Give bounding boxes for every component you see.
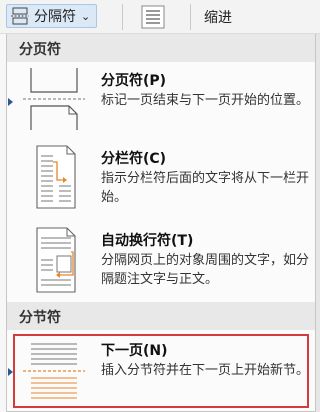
breaks-label: 分隔符 — [34, 9, 76, 25]
selection-marker-icon — [8, 98, 13, 106]
ribbon: 分隔符 ⌄ 缩进 — [0, 0, 320, 34]
ribbon-divider — [190, 4, 191, 30]
section-header-section-breaks: 分节符 — [7, 302, 315, 330]
breaks-menu: 分页符 分页符(P) 标记一页结束与下一页开始的位置。 分栏符(C) 指示分栏符… — [6, 34, 316, 412]
menu-item-description: 标记一页结束与下一页开始的位置。 — [101, 93, 310, 108]
menu-item-text-wrapping-break[interactable]: 自动换行符(T) 分隔网页上的对象周围的文字，如分隔题注文字与正文。 — [7, 224, 315, 300]
menu-item-title: 自动换行符(T) — [101, 233, 194, 249]
indent-label: 缩进 — [204, 10, 232, 26]
document-background — [316, 34, 320, 412]
page-break-icon — [19, 66, 89, 136]
section-header-page-breaks: 分页符 — [7, 34, 315, 62]
menu-item-title: 分栏符(C) — [101, 151, 167, 167]
highlight-box — [13, 334, 309, 408]
breaks-icon — [11, 7, 31, 25]
menu-item-description: 分隔网页上的对象周围的文字，如分隔题注文字与正文。 — [101, 253, 310, 287]
breaks-dropdown-button[interactable]: 分隔符 ⌄ — [6, 4, 98, 28]
indent-icon[interactable] — [140, 4, 166, 30]
menu-item-column-break[interactable]: 分栏符(C) 指示分栏符后面的文字将从下一栏开始。 — [7, 140, 315, 212]
menu-item-page-break[interactable]: 分页符(P) 标记一页结束与下一页开始的位置。 — [7, 62, 315, 134]
text-wrapping-break-icon — [19, 226, 89, 298]
chevron-down-icon: ⌄ — [81, 9, 91, 23]
ribbon-divider — [122, 4, 123, 30]
menu-item-title: 分页符(P) — [101, 73, 167, 89]
column-break-icon — [19, 144, 89, 214]
menu-item-description: 指示分栏符后面的文字将从下一栏开始。 — [101, 171, 310, 205]
